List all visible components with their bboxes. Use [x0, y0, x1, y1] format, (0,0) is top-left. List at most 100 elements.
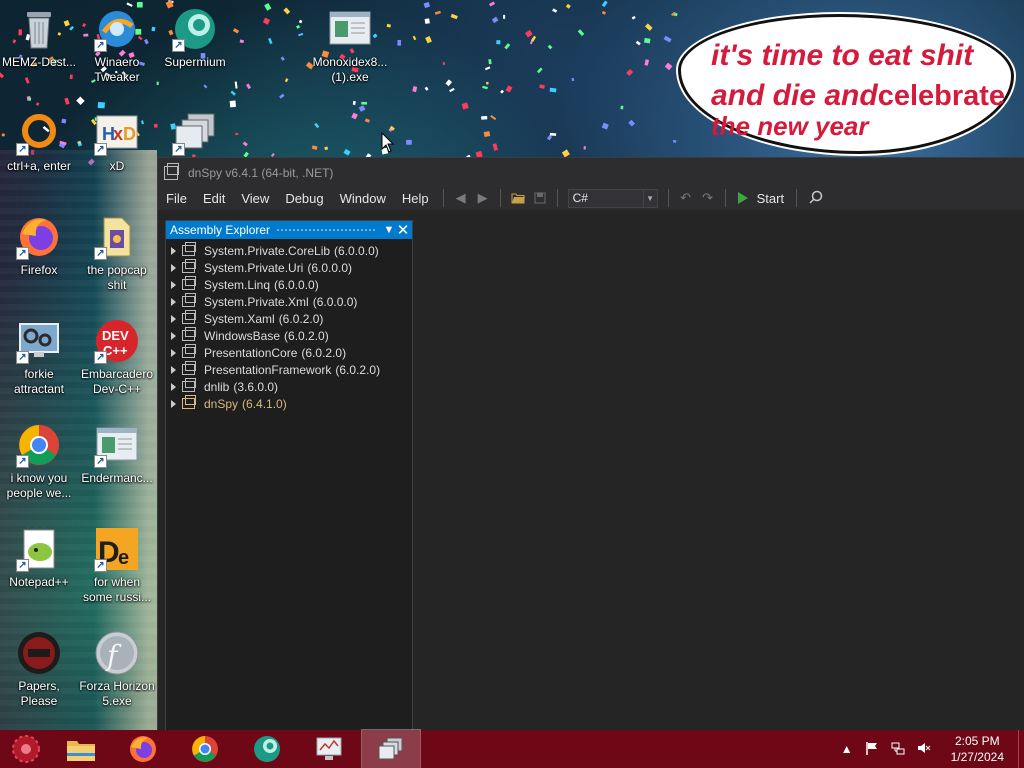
- assembly-name: dnSpy: [204, 396, 239, 411]
- start-button[interactable]: [0, 730, 52, 768]
- desktop-icon-notepadpp[interactable]: ↗ Notepad++: [0, 526, 78, 590]
- clock[interactable]: 2:05 PM 1/27/2024: [951, 733, 1004, 765]
- taskbar-app-chrome[interactable]: [176, 730, 234, 768]
- expand-arrow-icon[interactable]: [171, 382, 176, 391]
- supermium-icon: ↗: [172, 6, 218, 52]
- redo-icon[interactable]: ↷: [698, 188, 718, 208]
- desktop-icon-papers-please[interactable]: Papers, Please: [0, 630, 78, 709]
- assembly-tree-item[interactable]: dnSpy (6.4.1.0): [166, 395, 412, 412]
- firefox-icon: [130, 736, 156, 762]
- expand-arrow-icon[interactable]: [171, 399, 176, 408]
- expand-arrow-icon[interactable]: [171, 297, 176, 306]
- assembly-tree-item[interactable]: PresentationCore (6.0.2.0): [166, 344, 412, 361]
- nav-back-icon[interactable]: ◀: [451, 188, 471, 208]
- taskbar-app-firefox[interactable]: [114, 730, 172, 768]
- taskbar-app-supermium[interactable]: [238, 730, 296, 768]
- desktop-icon-ctrl-a-enter[interactable]: ↗ ctrl+a, enter: [0, 110, 78, 174]
- expand-arrow-icon[interactable]: [171, 263, 176, 272]
- assembly-tree-item[interactable]: System.Private.Xml (6.0.0.0): [166, 293, 412, 310]
- menu-view[interactable]: View: [233, 191, 277, 206]
- search-icon[interactable]: [809, 190, 823, 207]
- desktop-icon-supermium[interactable]: ↗ Supermium: [156, 6, 234, 70]
- desktop-icon-firefox[interactable]: ↗ Firefox: [0, 214, 78, 278]
- assembly-tree-item[interactable]: dnlib (3.6.0.0): [166, 378, 412, 395]
- panel-menu-chevron-icon[interactable]: ▼: [382, 224, 396, 236]
- dnspy-window[interactable]: dnSpy v6.4.1 (64-bit, .NET) File Edit Vi…: [157, 157, 1024, 731]
- bubble-text-line3: the new year: [711, 111, 869, 141]
- desktop-icon-popcap[interactable]: ↗ the popcap shit: [78, 214, 156, 293]
- open-folder-icon[interactable]: [508, 188, 528, 208]
- desktop-icon-memz[interactable]: MEMZ-Dest...: [0, 6, 78, 70]
- expand-arrow-icon[interactable]: [171, 280, 176, 289]
- assembly-icon: [182, 242, 196, 256]
- volume-muted-icon[interactable]: [917, 741, 931, 758]
- desktop-icon-monoxidex[interactable]: Monoxidex8... (1).exe: [311, 6, 389, 85]
- assembly-name: System.Private.Xml: [204, 294, 309, 309]
- expand-arrow-icon[interactable]: [171, 314, 176, 323]
- assembly-name: WindowsBase: [204, 328, 281, 343]
- desktop-icon-label: for when some russi...: [82, 575, 151, 604]
- shortcut-arrow-icon: ↗: [16, 143, 29, 156]
- flag-icon[interactable]: [865, 741, 879, 758]
- desktop-icon-label: Embarcadero Dev-C++: [80, 367, 154, 396]
- start-orb-icon: [12, 735, 40, 763]
- assembly-icon: [182, 259, 196, 273]
- assembly-tree-item[interactable]: System.Xaml (6.0.2.0): [166, 310, 412, 327]
- assembly-tree-item[interactable]: WindowsBase (6.0.2.0): [166, 327, 412, 344]
- desktop-icon-forza[interactable]: f Forza Horizon 5.exe: [78, 630, 156, 709]
- assembly-icon: [182, 327, 196, 341]
- drag-grip[interactable]: [276, 227, 376, 233]
- title-bar[interactable]: dnSpy v6.4.1 (64-bit, .NET): [158, 158, 1024, 188]
- assembly-explorer-header[interactable]: Assembly Explorer ▼ ✕: [166, 221, 412, 239]
- expand-arrow-icon[interactable]: [171, 246, 176, 255]
- menu-window[interactable]: Window: [332, 191, 394, 206]
- speech-bubble: it's time to eat shit and die andcelebra…: [678, 14, 1014, 154]
- assembly-tree-item[interactable]: PresentationFramework (6.0.2.0): [166, 361, 412, 378]
- desktop-icon-window-stack[interactable]: ↗: [156, 110, 234, 159]
- expand-arrow-icon[interactable]: [171, 331, 176, 340]
- taskbar-app-file-explorer[interactable]: [52, 730, 110, 768]
- window-stack-icon: ↗: [172, 110, 218, 156]
- desktop-icon-winaero[interactable]: ↗ Winaero Tweaker: [78, 6, 156, 85]
- desktop-icon-label: Monoxidex8... (1).exe: [312, 55, 388, 84]
- expand-arrow-icon[interactable]: [171, 365, 176, 374]
- exe-window-icon: [327, 6, 373, 52]
- menu-file[interactable]: File: [158, 191, 195, 206]
- assembly-explorer-panel: Assembly Explorer ▼ ✕ System.Private.Cor…: [165, 220, 413, 731]
- desktop-icon-endermanch[interactable]: ↗ Endermanc...: [78, 422, 156, 486]
- menu-help[interactable]: Help: [394, 191, 437, 206]
- expand-arrow-icon[interactable]: [171, 348, 176, 357]
- assembly-name: System.Linq: [204, 277, 271, 292]
- desktop-icon-devcpp[interactable]: DEV C++ ↗ Embarcadero Dev-C++: [78, 318, 156, 397]
- svg-text:DEV: DEV: [102, 328, 129, 343]
- assembly-tree-item[interactable]: System.Linq (6.0.0.0): [166, 276, 412, 293]
- start-debug-button[interactable]: Start: [737, 191, 784, 206]
- language-select[interactable]: C# ▼: [567, 188, 658, 208]
- desktop-icon-russi[interactable]: De ↗ for when some russi...: [78, 526, 156, 605]
- taskbar-app-monitor[interactable]: [300, 730, 358, 768]
- menu-edit[interactable]: Edit: [195, 191, 233, 206]
- desktop-icon-label: Endermanc...: [81, 471, 153, 485]
- shortcut-arrow-icon: ↗: [16, 351, 29, 364]
- taskbar-app-dnspy[interactable]: [361, 729, 421, 768]
- assembly-tree-item[interactable]: System.Private.CoreLib (6.0.0.0): [166, 242, 412, 259]
- toolbar-separator: [796, 189, 798, 207]
- close-icon[interactable]: ✕: [396, 221, 410, 239]
- chevron-up-icon[interactable]: ▲: [841, 742, 853, 756]
- desktop-icon-forkie[interactable]: ↗ forkie attractant: [0, 318, 78, 397]
- shortcut-arrow-icon: ↗: [94, 247, 107, 260]
- assembly-name: System.Private.Uri: [204, 260, 304, 275]
- save-icon[interactable]: [530, 188, 550, 208]
- assembly-tree-item[interactable]: System.Private.Uri (6.0.0.0): [166, 259, 412, 276]
- network-icon[interactable]: [891, 741, 905, 758]
- show-desktop-button[interactable]: [1018, 730, 1024, 768]
- menu-debug[interactable]: Debug: [277, 191, 331, 206]
- shortcut-arrow-icon: ↗: [16, 559, 29, 572]
- desktop-icon-chrome[interactable]: ↗ i know you people we...: [0, 422, 78, 501]
- desktop-icon-xd[interactable]: HxD ↗ xD: [78, 110, 156, 174]
- undo-icon[interactable]: ↶: [676, 188, 696, 208]
- nav-forward-icon[interactable]: ▶: [473, 188, 493, 208]
- de-icon: De ↗: [94, 526, 140, 572]
- desktop-icon-label: ctrl+a, enter: [7, 159, 71, 173]
- monitor-icon: [316, 737, 342, 760]
